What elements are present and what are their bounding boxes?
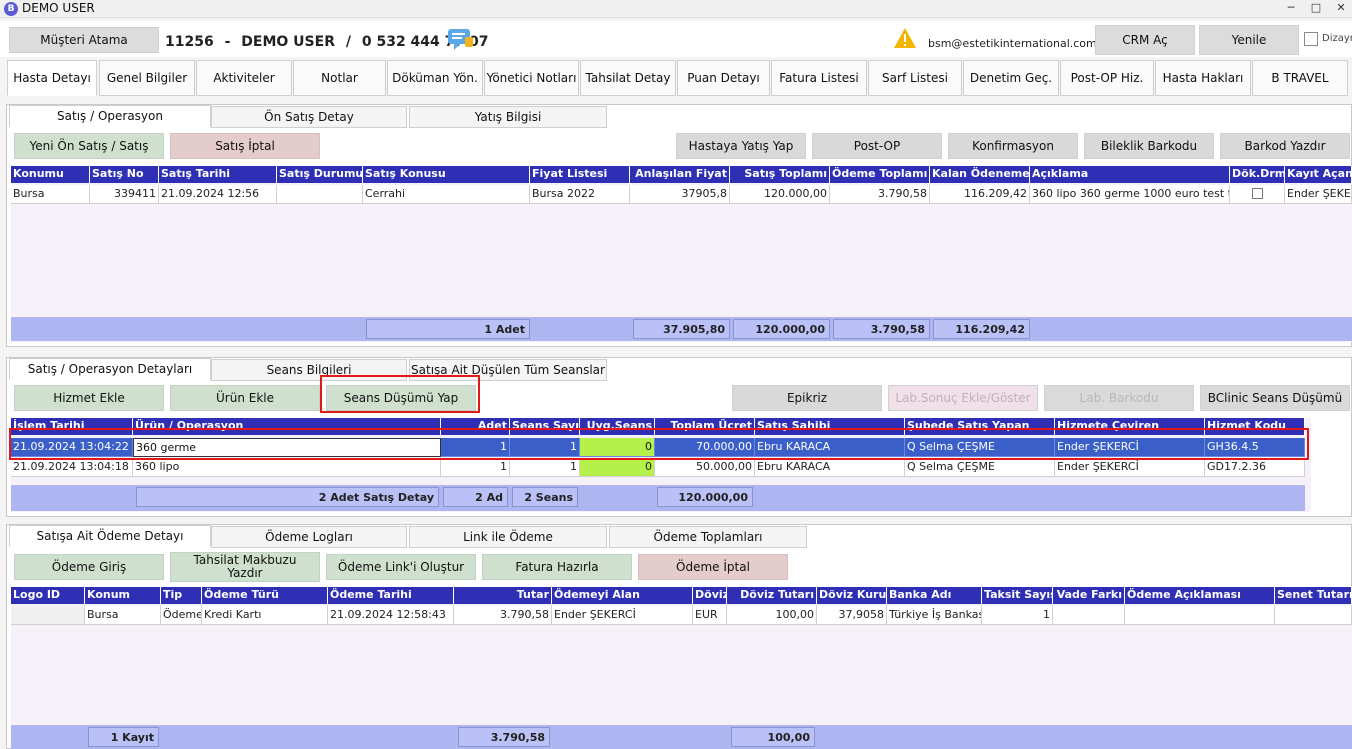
close-button[interactable]: ✕ (1330, 0, 1352, 17)
tab-notlar[interactable]: Notlar (293, 60, 386, 96)
tab-on-satis-detay[interactable]: Ön Satış Detay (211, 106, 407, 128)
col-header[interactable]: Kayıt Açan (1285, 166, 1352, 183)
tab-hasta-haklari[interactable]: Hasta Hakları (1155, 60, 1251, 96)
minimize-button[interactable]: ─ (1280, 0, 1302, 17)
tab-odeme-loglari[interactable]: Ödeme Logları (211, 526, 407, 548)
user-email: bsm@estetikinternational.com (928, 37, 1097, 50)
prepare-invoice-button[interactable]: Fatura Hazırla (482, 554, 632, 580)
sales-grid: Konumu Satış No Satış Tarihi Satış Durum… (11, 166, 1352, 342)
maximize-button[interactable]: □ (1305, 0, 1327, 17)
tab-post-op[interactable]: Post-OP Hiz. (1060, 60, 1154, 96)
col-header[interactable]: Açıklama (1030, 166, 1230, 183)
customer-id: 11256 (165, 34, 214, 50)
col-header[interactable]: Banka Adı (887, 587, 982, 604)
payment-entry-button[interactable]: Ödeme Giriş (14, 554, 164, 580)
col-header[interactable]: Taksit Sayısı (982, 587, 1053, 604)
col-header[interactable]: Satış Toplamı (730, 166, 830, 183)
refresh-button[interactable]: Yenile (1199, 25, 1299, 55)
col-header[interactable]: Ödemeyi Alan (552, 587, 693, 604)
lab-result-button[interactable]: Lab.Sonuç Ekle/Göster (888, 385, 1038, 411)
col-header[interactable]: Fiyat Listesi (530, 166, 630, 183)
create-payment-link-button[interactable]: Ödeme Link'i Oluştur (326, 554, 476, 580)
tab-satis-operasyon[interactable]: Satış / Operasyon (9, 105, 211, 127)
highlight-session-button (320, 375, 480, 413)
col-header[interactable]: Tip (161, 587, 202, 604)
crm-open-button[interactable]: CRM Aç (1095, 25, 1195, 55)
design-checkbox[interactable] (1304, 32, 1318, 46)
epikriz-button[interactable]: Epikriz (732, 385, 882, 411)
lab-barcode-button[interactable]: Lab. Barkodu (1044, 385, 1194, 411)
col-header[interactable]: Konum (85, 587, 161, 604)
bracelet-barcode-button[interactable]: Bileklik Barkodu (1084, 133, 1214, 159)
tab-dokuman[interactable]: Döküman Yön. (387, 60, 483, 96)
col-header[interactable]: Satış Konusu (363, 166, 530, 183)
title-bar: B DEMO USER ─ □ ✕ (0, 0, 1352, 18)
col-header[interactable]: Satış Durumu (277, 166, 363, 183)
col-header[interactable]: Dök.Drm (1230, 166, 1285, 183)
tab-denetim[interactable]: Denetim Geç. (963, 60, 1059, 96)
col-header[interactable]: Konumu (11, 166, 90, 183)
post-op-button[interactable]: Post-OP (812, 133, 942, 159)
doc-status-checkbox[interactable] (1251, 188, 1263, 199)
customer-name: DEMO USER (241, 34, 335, 50)
col-header[interactable]: Tutar (454, 587, 552, 604)
highlight-selected-row (9, 428, 1309, 460)
tab-tahsilat-detay[interactable]: Tahsilat Detay (580, 60, 676, 96)
warning-icon (893, 27, 917, 52)
print-barcode-button[interactable]: Barkod Yazdır (1220, 133, 1350, 159)
tab-genel-bilgiler[interactable]: Genel Bilgiler (99, 60, 195, 96)
tab-link-ile-odeme[interactable]: Link ile Ödeme (409, 526, 607, 548)
col-header[interactable]: Anlaşılan Fiyat (630, 166, 730, 183)
col-header[interactable]: Vade Farkı (1053, 587, 1125, 604)
payments-footer: 1 Kayıt 3.790,58 100,00 (11, 725, 1352, 749)
payments-grid: Logo ID Konum Tip Ödeme Türü Ödeme Tarih… (11, 587, 1352, 749)
col-header[interactable]: Satış Tarihi (159, 166, 277, 183)
customer-header: Müşteri Atama 11256 - DEMO USER / 0 532 … (0, 21, 1352, 57)
tab-sarf-listesi[interactable]: Sarf Listesi (868, 60, 962, 96)
tab-fatura-listesi[interactable]: Fatura Listesi (771, 60, 867, 96)
tab-hasta-detayi[interactable]: Hasta Detayı (7, 60, 97, 96)
col-header[interactable]: Ödeme Toplamı (830, 166, 930, 183)
col-header[interactable]: Satış No (90, 166, 159, 183)
col-header[interactable]: Logo ID (11, 587, 85, 604)
tab-odeme-detayi[interactable]: Satışa Ait Ödeme Detayı (9, 525, 211, 547)
col-header[interactable]: Döviz (693, 587, 727, 604)
cancel-sale-button[interactable]: Satış İptal (170, 133, 320, 159)
window-title: DEMO USER (22, 1, 95, 15)
tab-b-travel[interactable]: B TRAVEL (1252, 60, 1348, 96)
cancel-payment-button[interactable]: Ödeme İptal (638, 554, 788, 580)
tab-puan-detayi[interactable]: Puan Detayı (677, 60, 770, 96)
assign-customer-button[interactable]: Müşteri Atama (9, 27, 159, 53)
new-sale-button[interactable]: Yeni Ön Satış / Satış (14, 133, 164, 159)
bclinic-session-button[interactable]: BClinic Seans Düşümü (1200, 385, 1350, 411)
tab-operasyon-detaylari[interactable]: Satış / Operasyon Detayları (9, 358, 211, 380)
details-footer: 2 Adet Satış Detay 2 Ad 2 Seans 120.000,… (11, 485, 1305, 511)
col-header[interactable]: Döviz Kuru (817, 587, 887, 604)
add-service-button[interactable]: Hizmet Ekle (14, 385, 164, 411)
customer-info: 11256 - DEMO USER / 0 532 444 77 07 (165, 34, 489, 50)
col-header[interactable]: Döviz Tutarı (727, 587, 817, 604)
tab-odeme-toplamlari[interactable]: Ödeme Toplamları (609, 526, 807, 548)
confirmation-button[interactable]: Konfirmasyon (948, 133, 1078, 159)
app-logo-icon: B (4, 2, 18, 16)
col-header[interactable]: Senet Tutarı (1275, 587, 1352, 604)
design-label: Dizayn (1322, 33, 1352, 44)
chat-icon[interactable] (446, 27, 474, 56)
tab-aktiviteler[interactable]: Aktiviteler (196, 60, 292, 96)
tab-yatis-bilgisi[interactable]: Yatış Bilgisi (409, 106, 607, 128)
col-header[interactable]: Kalan Ödeneme (930, 166, 1030, 183)
add-product-button[interactable]: Ürün Ekle (170, 385, 320, 411)
sales-footer: 1 Adet 37.905,80 120.000,00 3.790,58 116… (11, 317, 1352, 341)
admit-patient-button[interactable]: Hastaya Yatış Yap (676, 133, 806, 159)
col-header[interactable]: Ödeme Türü (202, 587, 328, 604)
col-header[interactable]: Ödeme Açıklaması (1125, 587, 1275, 604)
col-header[interactable]: Ödeme Tarihi (328, 587, 454, 604)
tab-yonetici-notlari[interactable]: Yönetici Notları (484, 60, 579, 96)
print-receipt-button[interactable]: Tahsilat Makbuzu Yazdır (170, 552, 320, 582)
